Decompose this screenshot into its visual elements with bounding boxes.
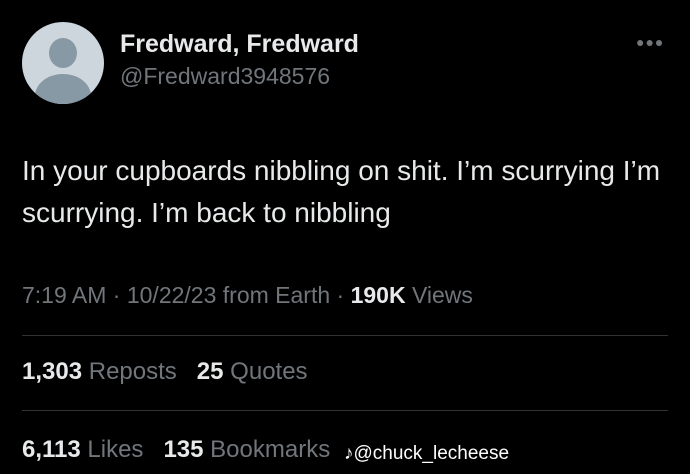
likes-count: 6,113: [22, 436, 81, 463]
meta-separator: ·: [112, 282, 121, 308]
likes-link[interactable]: 6,113 Likes: [22, 436, 150, 463]
bookmarks-count: 135: [163, 436, 204, 463]
divider: [22, 410, 668, 411]
tweet-meta: 7:19 AM · 10/22/23 from Earth · 190K Vie…: [22, 282, 473, 309]
tweet-source: from Earth: [222, 282, 331, 308]
tweet-time[interactable]: 7:19 AM: [22, 282, 106, 308]
avatar-head-shape: [49, 38, 77, 68]
watermark: ♪@chuck_lecheese: [344, 443, 509, 465]
meta-separator: ·: [336, 282, 345, 308]
reposts-count: 1,303: [22, 358, 83, 385]
tweet-text: In your cupboards nibbling on shit. I’m …: [22, 155, 661, 228]
tweet-date[interactable]: 10/22/23: [127, 282, 217, 308]
author-name[interactable]: Fredward, Fredward: [120, 30, 359, 59]
reposts-label: Reposts: [88, 358, 177, 385]
divider: [22, 335, 668, 336]
tiktok-icon: ♪: [344, 443, 354, 464]
author-handle[interactable]: @Fredward3948576: [120, 63, 330, 90]
avatar[interactable]: [22, 22, 104, 104]
watermark-text: @chuck_lecheese: [353, 443, 510, 464]
ellipsis-icon[interactable]: ●●●: [636, 34, 664, 50]
quotes-count: 25: [196, 358, 224, 385]
quotes-link[interactable]: 25 Quotes: [197, 358, 308, 385]
reposts-link[interactable]: 1,303 Reposts: [22, 358, 183, 385]
avatar-shoulders-shape: [35, 74, 91, 104]
views-label: Views: [411, 282, 473, 308]
views-count: 190K: [350, 282, 406, 308]
likes-label: Likes: [87, 436, 144, 463]
engagement-row-2: 6,113 Likes 135 Bookmarks: [22, 436, 330, 464]
bookmarks-link[interactable]: 135 Bookmarks: [163, 436, 330, 463]
bookmarks-label: Bookmarks: [210, 436, 331, 463]
engagement-row-1: 1,303 Reposts 25 Quotes: [22, 358, 308, 386]
quotes-label: Quotes: [230, 358, 308, 385]
